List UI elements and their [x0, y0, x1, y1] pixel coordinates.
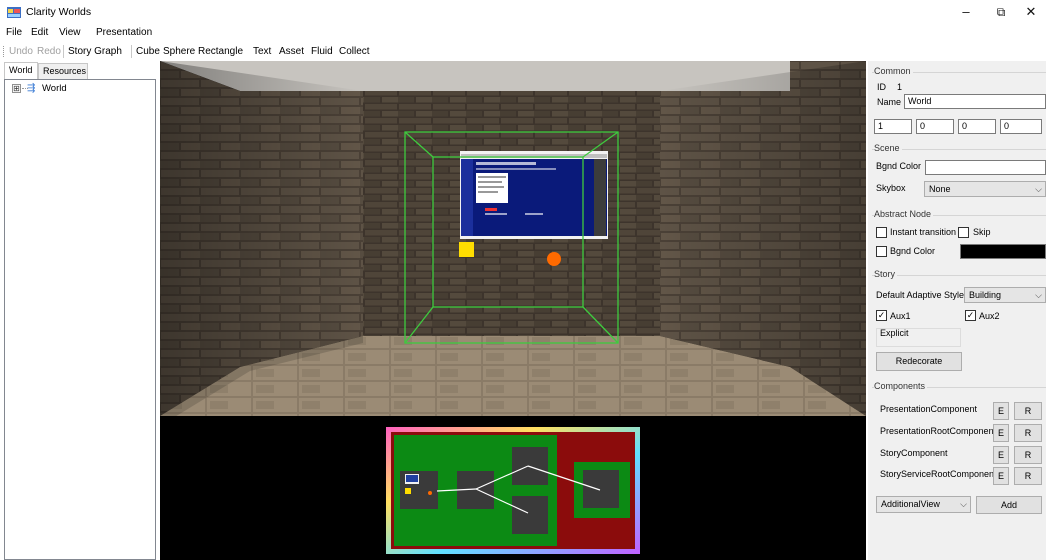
- edit-component-button[interactable]: E: [993, 424, 1009, 442]
- id-label: ID: [877, 82, 886, 92]
- asset-button[interactable]: Asset: [279, 46, 304, 57]
- vector-field-4[interactable]: 0: [1000, 119, 1042, 134]
- toolbar-separator: [131, 45, 132, 58]
- presentation-screen: [460, 151, 608, 239]
- instant-transition-label: Instant transition: [890, 227, 957, 237]
- menu-view[interactable]: View: [59, 27, 81, 38]
- world-tree[interactable]: ⊞ ⇶ World: [4, 79, 156, 560]
- aux1-label: Aux1: [890, 311, 911, 321]
- id-value: 1: [897, 82, 903, 92]
- scene-bgnd-label: Bgnd Color: [876, 161, 922, 171]
- edit-component-button[interactable]: E: [993, 402, 1009, 420]
- adaptive-style-value: Building: [969, 290, 1002, 300]
- group-common: Common: [874, 66, 913, 76]
- undo-button[interactable]: Undo: [9, 46, 33, 57]
- component-label: PresentationComponent: [880, 404, 978, 414]
- scene-render: [160, 61, 866, 554]
- toolbar: Undo Redo Story Graph Cube Sphere Rectan…: [0, 42, 1046, 61]
- rectangle-button[interactable]: Rectangle: [198, 46, 243, 57]
- redo-button[interactable]: Redo: [37, 46, 61, 57]
- adaptive-style-label: Default Adaptive Style: [876, 290, 965, 300]
- add-component-button[interactable]: Add: [976, 496, 1042, 514]
- tree-node-world[interactable]: World: [42, 83, 67, 94]
- abstract-bgnd-checkbox[interactable]: [876, 246, 887, 257]
- menu-file[interactable]: File: [6, 27, 22, 38]
- properties-panel: Common ID 1 Name World 1 0 0 0 Scene Bgn…: [868, 61, 1046, 560]
- title-bar: Clarity Worlds – ⧉ ✕: [0, 0, 1046, 24]
- remove-component-button[interactable]: R: [1014, 467, 1042, 485]
- component-label: StoryServiceRootComponent: [880, 469, 997, 479]
- skybox-value: None: [929, 184, 951, 194]
- name-label: Name: [877, 97, 902, 107]
- sphere-button[interactable]: Sphere: [163, 46, 195, 57]
- tab-world[interactable]: World: [4, 62, 38, 79]
- skip-label: Skip: [973, 227, 991, 237]
- name-field[interactable]: World: [904, 94, 1046, 109]
- cube-object: [459, 242, 474, 257]
- vector-field-2[interactable]: 0: [916, 119, 954, 134]
- skip-checkbox[interactable]: [958, 227, 969, 238]
- chevron-down-icon: ⌵: [1035, 290, 1042, 300]
- collect-button[interactable]: Collect: [339, 46, 370, 57]
- add-view-value: AdditionalView: [881, 499, 940, 509]
- story-graph-minimap: [386, 427, 640, 554]
- remove-component-button[interactable]: R: [1014, 446, 1042, 464]
- skybox-label: Skybox: [876, 183, 906, 193]
- group-abstract-node: Abstract Node: [874, 209, 934, 219]
- abstract-bgnd-label: Bgnd Color: [890, 246, 936, 256]
- abstract-bgnd-color[interactable]: [960, 244, 1046, 259]
- skybox-select[interactable]: None ⌵: [924, 181, 1046, 197]
- scene-bgnd-color[interactable]: [925, 160, 1046, 175]
- text-button[interactable]: Text: [253, 46, 271, 57]
- chevron-down-icon: ⌵: [1035, 184, 1042, 194]
- app-icon: [7, 7, 21, 18]
- expand-icon[interactable]: ⊞: [12, 84, 21, 93]
- vector-field-1[interactable]: 1: [874, 119, 912, 134]
- component-label: StoryComponent: [880, 448, 948, 458]
- toolbar-separator: [63, 45, 64, 58]
- aux2-checkbox[interactable]: ✓: [965, 310, 976, 321]
- toolbar-grip[interactable]: [3, 46, 5, 57]
- minimize-button[interactable]: –: [946, 2, 986, 22]
- chevron-down-icon: ⌵: [960, 499, 967, 509]
- sphere-object: [547, 252, 561, 266]
- menu-edit[interactable]: Edit: [31, 27, 48, 38]
- instant-transition-checkbox[interactable]: [876, 227, 887, 238]
- menu-presentation[interactable]: Presentation: [96, 27, 152, 38]
- group-components: Components: [874, 381, 928, 391]
- remove-component-button[interactable]: R: [1014, 402, 1042, 420]
- group-scene: Scene: [874, 143, 902, 153]
- edit-component-button[interactable]: E: [993, 467, 1009, 485]
- adaptive-style-select[interactable]: Building ⌵: [964, 287, 1046, 303]
- fluid-button[interactable]: Fluid: [311, 46, 333, 57]
- edit-component-button[interactable]: E: [993, 446, 1009, 464]
- cube-button[interactable]: Cube: [136, 46, 160, 57]
- window-title: Clarity Worlds: [26, 6, 92, 18]
- vector-field-3[interactable]: 0: [958, 119, 996, 134]
- close-button[interactable]: ✕: [1011, 2, 1046, 22]
- menu-bar: File Edit View Presentation: [0, 24, 1046, 42]
- aux1-checkbox[interactable]: ✓: [876, 310, 887, 321]
- add-view-select[interactable]: AdditionalView ⌵: [876, 496, 971, 513]
- story-graph-button[interactable]: Story Graph: [68, 46, 122, 57]
- group-story: Story: [874, 269, 898, 279]
- explicit-label: Explicit: [880, 328, 909, 338]
- component-label: PresentationRootComponent: [880, 426, 997, 436]
- tab-resources[interactable]: Resources: [38, 63, 88, 79]
- world-icon: ⇶: [27, 83, 36, 94]
- aux2-label: Aux2: [979, 311, 1000, 321]
- redecorate-button[interactable]: Redecorate: [876, 352, 962, 371]
- remove-component-button[interactable]: R: [1014, 424, 1042, 442]
- scene-viewport[interactable]: [160, 61, 866, 560]
